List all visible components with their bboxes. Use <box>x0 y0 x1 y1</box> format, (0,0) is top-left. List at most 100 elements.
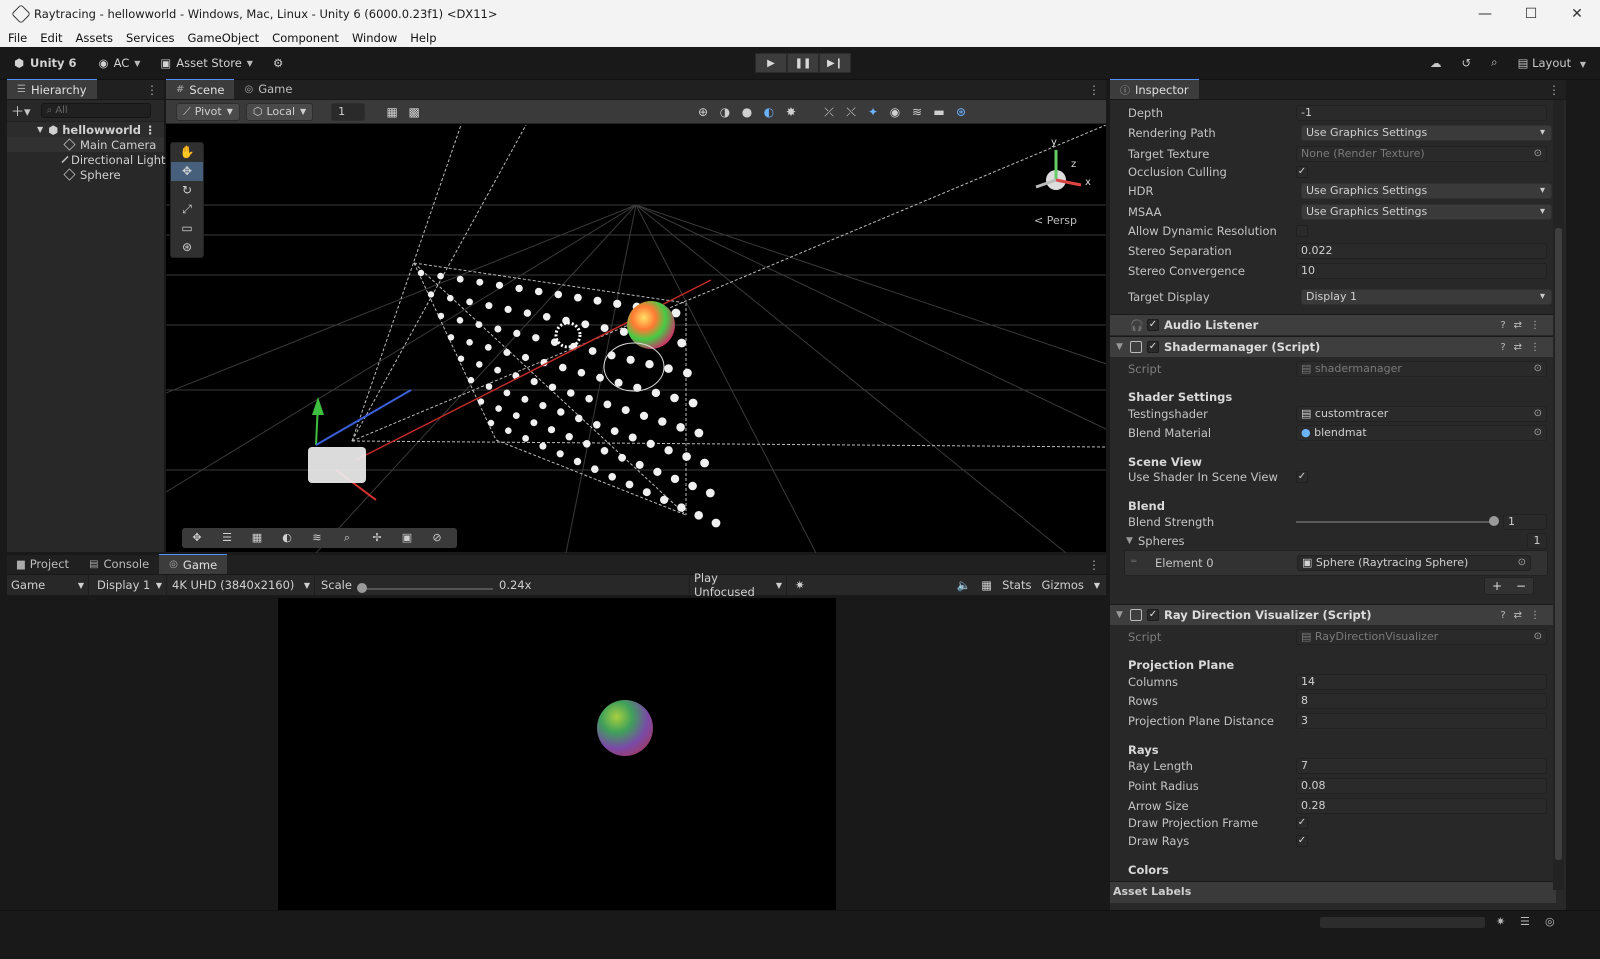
hand-tool-icon[interactable]: ✋ <box>171 143 203 162</box>
blend-strength-field[interactable]: 1 <box>1503 513 1547 530</box>
account-button[interactable]: ◉ AC ▼ <box>99 56 141 70</box>
shading-wire-icon[interactable]: ◑ <box>714 103 736 121</box>
tab-scene[interactable]: # Scene <box>166 79 235 99</box>
ppd-field[interactable]: 3 <box>1296 712 1547 729</box>
blend-strength-slider-track[interactable] <box>1296 521 1494 523</box>
dynamic-resolution-checkbox[interactable] <box>1296 224 1308 237</box>
columns-field[interactable]: 14 <box>1296 673 1547 690</box>
chevron-down-icon[interactable]: ▼ <box>1116 610 1123 620</box>
step-button[interactable]: ▶❙ <box>819 53 851 73</box>
hierarchy-search-input[interactable]: ⌕ All <box>40 103 151 118</box>
add-icon[interactable]: ＋▾ <box>11 101 31 120</box>
shadermanager-enable-checkbox[interactable]: ✓ <box>1147 341 1159 353</box>
audio-listener-header[interactable]: 🎧 ✓ Audio Listener ?⇄⋮ <box>1110 314 1556 335</box>
resolution-dropdown[interactable]: 4K UHD (3840x2160) ▼ <box>167 574 315 596</box>
component-header-icons[interactable]: ?⇄⋮ <box>1500 320 1548 331</box>
draw-pf-checkbox[interactable]: ✓ <box>1296 816 1308 829</box>
grid-size-field[interactable]: 1 <box>331 102 366 121</box>
menu-assets[interactable]: Assets <box>76 31 113 45</box>
game-viewport[interactable] <box>278 598 836 910</box>
remove-element-button[interactable]: − <box>1516 579 1526 593</box>
msaa-dropdown[interactable]: Use Graphics Settings <box>1301 203 1552 220</box>
more-options-icon[interactable]: ⋮ <box>1548 83 1560 97</box>
play-button[interactable]: ▶ <box>755 53 787 73</box>
hierarchy-item[interactable]: Sphere <box>7 167 164 182</box>
gizmos-button[interactable]: Gizmos <box>1041 578 1083 592</box>
tab-console[interactable]: ▤ Console <box>79 554 159 574</box>
chevron-down-icon[interactable]: ▼ <box>1094 581 1100 590</box>
asset-labels-bar[interactable]: Asset Labels <box>1110 881 1556 903</box>
audio-mute-icon[interactable]: 🔈 <box>957 578 971 592</box>
tab-game-top[interactable]: ◎ Game <box>234 79 302 99</box>
lighting-icon[interactable]: ✸ <box>780 103 802 121</box>
close-icon[interactable]: ✕ <box>1554 0 1600 28</box>
shading-overlay-icon[interactable]: ◐ <box>272 528 302 548</box>
orientation-gizmo[interactable]: y z x <box>1035 137 1091 190</box>
maximize-icon[interactable]: ☐ <box>1508 0 1554 28</box>
spheres-count-field[interactable]: 1 <box>1527 532 1547 549</box>
projection-mode-label[interactable]: < Persp <box>1034 214 1077 227</box>
sphere-object[interactable] <box>627 301 675 349</box>
more-options-icon[interactable]: ⋮ <box>1088 83 1100 97</box>
scene-root-row[interactable]: ▼ ⬢ hellowworld ⋮ <box>7 122 164 137</box>
local-dropdown[interactable]: ⬡ Local ▼ <box>245 102 314 121</box>
visibility-icon[interactable]: ◉ <box>884 103 906 121</box>
collab-gear-button[interactable]: ⚙ <box>273 56 283 70</box>
notifications-icon[interactable]: ◎ <box>1545 915 1555 928</box>
raydir-enable-checkbox[interactable]: ✓ <box>1147 609 1159 621</box>
menu-help[interactable]: Help <box>410 31 436 45</box>
arrow-size-field[interactable]: 0.28 <box>1296 797 1547 814</box>
global-view-icon[interactable]: ⊕ <box>692 103 714 121</box>
target-texture-field[interactable]: None (Render Texture) <box>1296 145 1547 162</box>
menu-gameobject[interactable]: GameObject <box>187 31 259 45</box>
history-icon[interactable]: ↺ <box>1461 56 1471 70</box>
scale-slider-thumb[interactable] <box>357 583 367 593</box>
chevron-down-icon[interactable]: ▼ <box>1126 536 1133 546</box>
tab-hierarchy[interactable]: ☰ Hierarchy <box>7 79 97 99</box>
scale-slider-track[interactable] <box>363 588 493 590</box>
component-header-icons[interactable]: ?⇄⋮ <box>1500 342 1548 353</box>
bug-icon[interactable]: ✷ <box>795 578 805 592</box>
element0-field[interactable]: ▣ Sphere (Raytracing Sphere) <box>1297 555 1531 571</box>
menu-file[interactable]: File <box>8 31 27 45</box>
layers-icon[interactable]: ≋ <box>906 103 928 121</box>
stereo-separation-field[interactable]: 0.022 <box>1296 242 1547 259</box>
testingshader-field[interactable]: ▤ customtracer <box>1296 405 1547 422</box>
hierarchy-item[interactable]: Main Camera <box>7 137 164 152</box>
grid-overlay-icon[interactable]: ▦ <box>242 528 272 548</box>
draw-rays-checkbox[interactable]: ✓ <box>1296 834 1308 847</box>
more-options-icon[interactable]: ⋮ <box>145 123 157 137</box>
minimize-icon[interactable]: — <box>1462 0 1508 28</box>
zoom-overlay-icon[interactable]: ⌕ <box>332 528 362 548</box>
layers-overlay-icon[interactable]: ≋ <box>302 528 332 548</box>
ray-length-field[interactable]: 7 <box>1296 757 1547 774</box>
effects-icon[interactable]: ✦ <box>862 103 884 121</box>
rotate-tool-icon[interactable]: ↻ <box>171 181 203 200</box>
light-gizmo-icon[interactable] <box>554 321 582 349</box>
display-dropdown[interactable]: Display 1 ▼ <box>89 574 167 596</box>
layout-dropdown[interactable]: ▤ Layout ▼ <box>1518 56 1586 70</box>
blend-material-field[interactable]: ● blendmat <box>1296 424 1547 441</box>
z-move-handle[interactable] <box>315 389 412 446</box>
grid-snap-icon[interactable]: ▦ <box>381 103 403 121</box>
rendering-path-dropdown[interactable]: Use Graphics Settings <box>1301 124 1552 141</box>
menu-window[interactable]: Window <box>352 31 397 45</box>
cloud-icon[interactable]: ☁ <box>1430 56 1442 70</box>
stats-button[interactable]: Stats <box>1002 578 1031 592</box>
spheres-row[interactable]: ▼ Spheres 1 <box>1110 532 1550 549</box>
move-tool-icon[interactable]: ✥ <box>171 162 203 181</box>
occlusion-culling-checkbox[interactable]: ✓ <box>1296 165 1308 178</box>
cache-icon[interactable]: ☰ <box>1520 915 1530 928</box>
rows-field[interactable]: 8 <box>1296 692 1547 709</box>
more-options-icon[interactable]: ⋮ <box>146 83 158 97</box>
component-header-icons[interactable]: ?⇄⋮ <box>1500 610 1548 621</box>
chevron-down-icon[interactable]: ▼ <box>37 125 43 134</box>
point-radius-field[interactable]: 0.08 <box>1296 777 1547 794</box>
menu-component[interactable]: Component <box>272 31 339 45</box>
y-arrow-icon[interactable] <box>312 397 324 415</box>
shadermanager-header[interactable]: ▼ ✓ Shadermanager (Script) ?⇄⋮ <box>1110 336 1556 357</box>
raydir-header[interactable]: ▼ ✓ Ray Direction Visualizer (Script) ?⇄… <box>1110 604 1556 625</box>
shading-shaded-icon[interactable]: ◐ <box>758 103 780 121</box>
more-options-icon[interactable]: ⋮ <box>1088 558 1100 572</box>
snap-overlay-icon[interactable]: ☰ <box>212 528 242 548</box>
